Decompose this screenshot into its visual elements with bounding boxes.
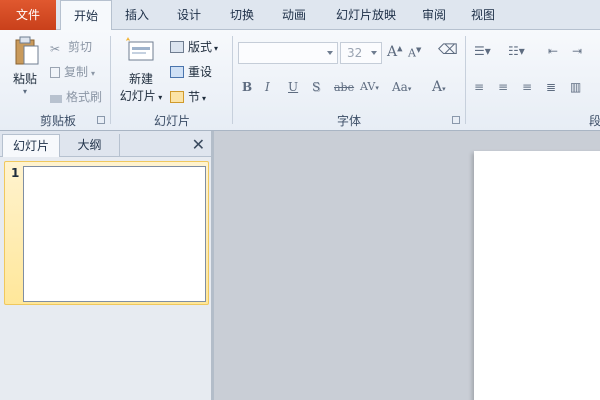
new-slide-label-2: 幻灯片 xyxy=(119,89,156,103)
paste-label: 粘贴 xyxy=(12,72,37,86)
slide-thumbnail-selected[interactable]: 1 xyxy=(4,161,209,305)
new-slide-label: 新建 xyxy=(128,72,153,86)
shrink-font-label: A xyxy=(408,46,416,60)
strikethrough-button[interactable]: abe xyxy=(334,81,354,94)
slides-pane: 幻灯片 大纲 ✕ 1 xyxy=(0,131,214,400)
slide-editing-area xyxy=(217,131,600,400)
font-size-value: 32 xyxy=(347,46,363,60)
new-slide-icon xyxy=(126,37,154,61)
copy-button[interactable]: 复制 ▾ xyxy=(50,63,95,80)
section-label: 节 xyxy=(188,90,201,104)
paragraph-group-label: 段 xyxy=(588,114,600,128)
chevron-down-icon: ▾ xyxy=(214,44,219,53)
layout-icon xyxy=(170,41,184,53)
tab-transitions[interactable]: 切换 xyxy=(218,0,266,30)
grow-font-label: A xyxy=(387,44,398,60)
paste-button[interactable]: 粘贴 ▾ xyxy=(8,70,42,96)
tab-file[interactable]: 文件 xyxy=(0,0,56,30)
group-divider xyxy=(232,36,233,124)
tab-review[interactable]: 审阅 xyxy=(412,0,456,30)
close-icon[interactable]: ✕ xyxy=(192,135,205,154)
cut-button[interactable]: ✂ 剪切 xyxy=(50,38,93,56)
tab-insert[interactable]: 插入 xyxy=(114,0,160,30)
tab-design[interactable]: 设计 xyxy=(164,0,214,30)
decrease-indent-icon[interactable]: ⇤ xyxy=(548,44,558,58)
align-right-icon[interactable]: ≡ xyxy=(522,80,532,94)
align-left-icon[interactable]: ≡ xyxy=(474,80,484,94)
pane-header: 幻灯片 大纲 ✕ xyxy=(0,131,211,157)
tab-home[interactable]: 开始 xyxy=(60,0,112,31)
reset-button[interactable]: 重设 xyxy=(170,63,212,80)
format-painter-button[interactable]: 格式刷 xyxy=(50,88,102,105)
font-name-dropdown[interactable] xyxy=(238,42,338,64)
layout-button[interactable]: 版式 ▾ xyxy=(170,38,218,55)
clipboard-group-label: 剪贴板 xyxy=(39,114,76,128)
reset-icon xyxy=(170,66,184,78)
shrink-font-button[interactable]: A▼ xyxy=(408,46,421,60)
paste-icon xyxy=(15,36,39,65)
slides-group-label: 幻灯片 xyxy=(153,114,190,128)
italic-button[interactable]: I xyxy=(265,80,270,94)
chevron-down-icon xyxy=(327,51,333,55)
copy-label: 复制 xyxy=(64,65,89,79)
bold-button[interactable]: B xyxy=(242,80,252,94)
align-center-icon[interactable]: ≡ xyxy=(498,80,508,94)
character-spacing-button[interactable]: AV▾ xyxy=(360,80,379,93)
justify-icon[interactable]: ≣ xyxy=(546,80,556,94)
ribbon-tab-bar: 文件 开始 插入 设计 切换 动画 幻灯片放映 审阅 视图 xyxy=(0,0,600,31)
format-painter-icon xyxy=(50,95,62,103)
tab-view[interactable]: 视图 xyxy=(460,0,506,30)
chevron-down-icon: ▾ xyxy=(155,93,163,102)
new-slide-button[interactable]: 新建 幻灯片 ▾ xyxy=(118,70,164,104)
ribbon: 粘贴 ▾ ✂ 剪切 复制 ▾ 格式刷 剪贴板 新建 幻灯片 ▾ 版式 ▾ 重设 节 ▾ … xyxy=(0,30,600,131)
section-icon xyxy=(170,91,184,103)
chevron-down-icon: ▾ xyxy=(91,69,96,78)
shadow-button[interactable]: S xyxy=(312,80,320,94)
dialog-launcher-icon[interactable] xyxy=(452,116,460,124)
bullets-icon[interactable]: ☰▾ xyxy=(474,44,491,58)
copy-icon xyxy=(50,67,60,78)
columns-icon[interactable]: ▥ xyxy=(570,80,581,94)
spacing-label: AV xyxy=(360,80,376,93)
slide-canvas[interactable] xyxy=(474,151,600,400)
underline-button[interactable]: U xyxy=(288,80,298,94)
tab-slides[interactable]: 幻灯片 xyxy=(2,134,60,157)
slide-thumbnail[interactable] xyxy=(23,166,206,302)
cut-label: 剪切 xyxy=(68,40,93,54)
tab-animations[interactable]: 动画 xyxy=(270,0,318,30)
chevron-down-icon xyxy=(371,51,377,55)
grow-font-button[interactable]: A▲ xyxy=(387,44,403,60)
tab-slideshow[interactable]: 幻灯片放映 xyxy=(324,0,408,30)
slide-number: 1 xyxy=(11,166,20,180)
chevron-down-icon: ▾ xyxy=(202,94,207,103)
dialog-launcher-icon[interactable] xyxy=(97,116,105,124)
numbering-icon[interactable]: ☷▾ xyxy=(508,44,525,58)
layout-label: 版式 xyxy=(188,40,213,54)
group-divider xyxy=(110,36,111,124)
group-divider xyxy=(465,36,466,124)
chevron-down-icon: ▾ xyxy=(22,87,27,96)
section-button[interactable]: 节 ▾ xyxy=(170,88,206,105)
increase-indent-icon[interactable]: ⇥ xyxy=(572,44,582,58)
font-color-label: A xyxy=(432,79,443,95)
tab-outline[interactable]: 大纲 xyxy=(60,134,120,157)
scissors-icon: ✂ xyxy=(50,42,61,56)
font-group-label: 字体 xyxy=(336,114,361,128)
reset-label: 重设 xyxy=(188,65,213,79)
format-painter-label: 格式刷 xyxy=(66,90,103,104)
font-size-dropdown[interactable]: 32 xyxy=(340,42,382,64)
font-color-button[interactable]: A▾ xyxy=(432,79,446,95)
change-case-button[interactable]: Aa▾ xyxy=(392,80,411,94)
case-label: Aa xyxy=(392,80,408,94)
clear-formatting-icon[interactable]: ⌫ xyxy=(438,42,458,58)
